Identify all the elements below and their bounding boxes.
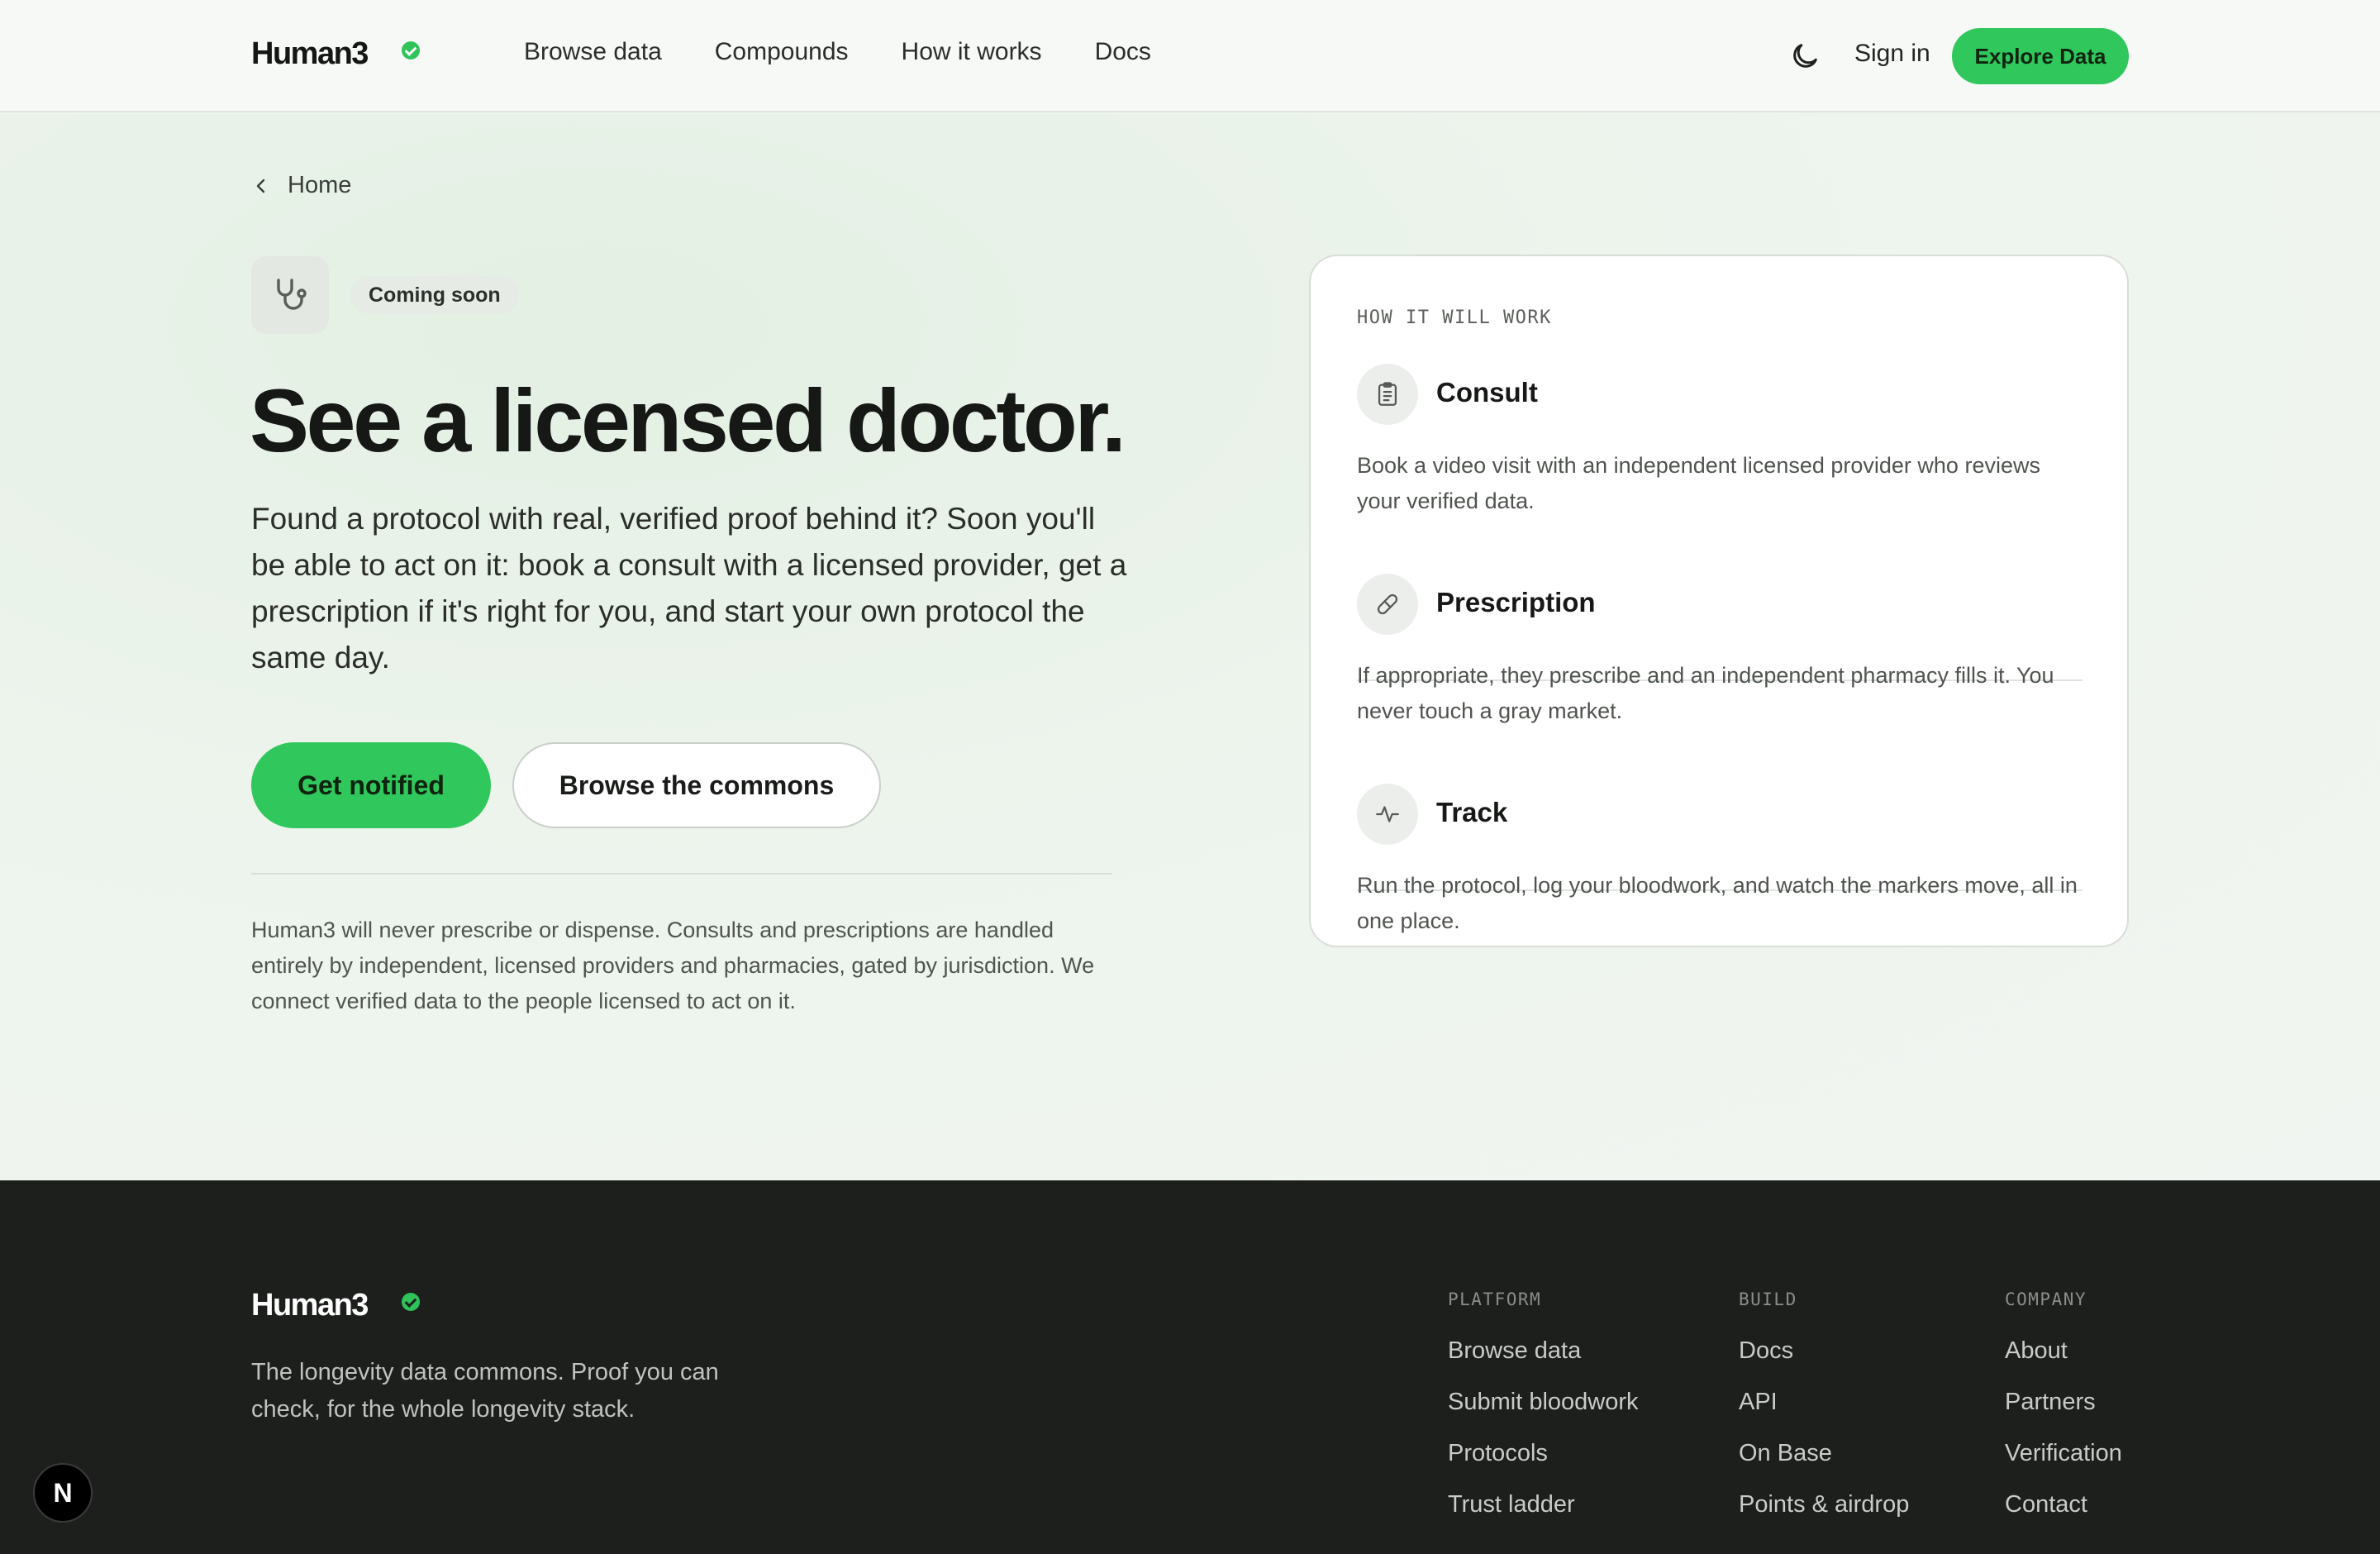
footer-link[interactable]: Points & airdrop: [1739, 1490, 1909, 1541]
footer-link[interactable]: About: [2005, 1336, 2122, 1387]
browse-commons-button[interactable]: Browse the commons: [512, 742, 881, 828]
footer-link[interactable]: Submit bloodwork: [1448, 1387, 1639, 1438]
footer-column-title: COMPANY: [2005, 1289, 2087, 1309]
footer-column-build: BUILD Docs API On Base Points & airdrop: [1739, 1289, 1909, 1541]
footer-link[interactable]: Docs: [1739, 1336, 1909, 1387]
footer-column-title: BUILD: [1739, 1289, 1797, 1309]
footer-link[interactable]: On Base: [1739, 1438, 1909, 1490]
nav-how-it-works[interactable]: How it works: [902, 38, 1042, 66]
how-it-works-card: HOW IT WILL WORK Consult Book a video vi…: [1309, 255, 2129, 947]
verified-check-icon: [402, 1293, 420, 1311]
footer-link[interactable]: Protocols: [1448, 1438, 1639, 1490]
nav-docs[interactable]: Docs: [1095, 38, 1151, 66]
site-footer: Human3 The longevity data commons. Proof…: [0, 1180, 2380, 1554]
footer-link[interactable]: Contact: [2005, 1490, 2122, 1541]
step-title: Track: [1436, 797, 1508, 827]
step-description: Run the protocol, log your bloodwork, an…: [1357, 873, 2078, 933]
back-label: Home: [288, 172, 352, 198]
pill-icon: [1357, 574, 1418, 635]
verified-check-icon: [402, 41, 420, 60]
dev-tools-badge[interactable]: N: [33, 1463, 93, 1523]
footer-link[interactable]: Browse data: [1448, 1336, 1639, 1387]
footer-link[interactable]: Trust ladder: [1448, 1490, 1639, 1541]
hero-description: Found a protocol with real, verified pro…: [251, 502, 1127, 675]
clipboard-icon: [1357, 364, 1418, 425]
disclaimer-text: Human3 will never prescribe or dispense.…: [251, 918, 1095, 1013]
main-content: Home Coming soon See a licensed doctor. …: [0, 114, 2380, 1180]
step-description: If appropriate, they prescribe and an in…: [1357, 663, 2054, 723]
card-eyebrow: HOW IT WILL WORK: [1357, 307, 1552, 328]
back-home-link[interactable]: Home: [251, 172, 351, 199]
divider: [251, 873, 1112, 875]
main-nav: Browse data Compounds How it works Docs: [524, 38, 1151, 66]
nav-browse-data[interactable]: Browse data: [524, 38, 662, 66]
footer-column-company: COMPANY About Partners Verification Cont…: [2005, 1289, 2122, 1541]
step-description: Book a video visit with an independent l…: [1357, 453, 2040, 513]
coming-soon-badge: Coming soon: [350, 276, 519, 314]
top-header: Human3 Browse data Compounds How it work…: [0, 0, 2380, 112]
footer-link[interactable]: API: [1739, 1387, 1909, 1438]
stethoscope-icon: [251, 256, 329, 334]
activity-icon: [1357, 784, 1418, 845]
footer-tagline: The longevity data commons. Proof you ca…: [251, 1359, 719, 1423]
step-title: Prescription: [1436, 587, 1596, 617]
chevron-left-icon: [251, 176, 271, 196]
footer-column-title: PLATFORM: [1448, 1289, 1542, 1309]
step-title: Consult: [1436, 377, 1538, 408]
logo[interactable]: Human3: [251, 36, 369, 72]
page-title: See a licensed doctor.: [250, 370, 1126, 470]
explore-data-button[interactable]: Explore Data: [1952, 28, 2129, 84]
get-notified-button[interactable]: Get notified: [251, 742, 491, 828]
footer-logo[interactable]: Human3: [251, 1288, 369, 1323]
footer-link[interactable]: Partners: [2005, 1387, 2122, 1438]
nav-compounds[interactable]: Compounds: [715, 38, 849, 66]
sign-in-link[interactable]: Sign in: [1854, 40, 1930, 68]
footer-column-platform: PLATFORM Browse data Submit bloodwork Pr…: [1448, 1289, 1639, 1541]
footer-link[interactable]: Verification: [2005, 1438, 2122, 1490]
moon-icon[interactable]: [1788, 40, 1821, 73]
